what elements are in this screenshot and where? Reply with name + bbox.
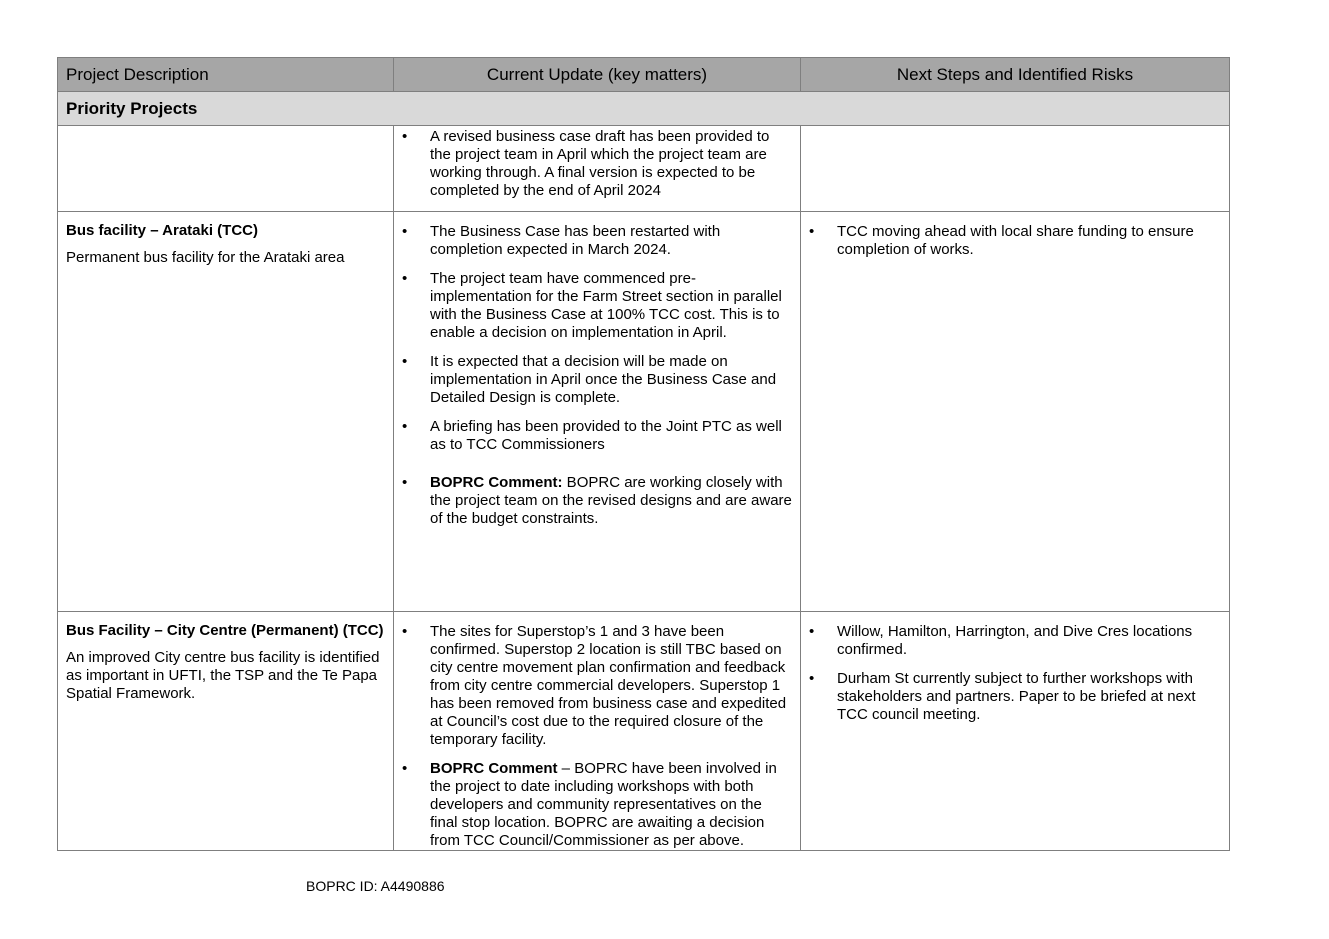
next-steps-cell: TCC moving ahead with local share fundin… [800, 211, 1230, 612]
project-summary: An improved City centre bus facility is … [66, 649, 380, 702]
next-steps-cell [800, 125, 1230, 212]
update-item: A revised business case draft has been p… [394, 128, 800, 200]
table-row: A revised business case draft has been p… [57, 125, 1230, 212]
section-row: Priority Projects [57, 91, 1230, 126]
project-title: Bus facility – Arataki (TCC) [66, 222, 258, 239]
project-description-cell: Bus Facility – City Centre (Permanent) (… [57, 611, 394, 851]
project-description-cell: Bus facility – Arataki (TCC) Permanent b… [57, 211, 394, 612]
table-header-row: Project Description Current Update (key … [57, 57, 1230, 92]
boprc-comment-item: BOPRC Comment: BOPRC are working closely… [394, 474, 800, 528]
section-title: Priority Projects [57, 91, 1230, 126]
risk-item: Willow, Hamilton, Harrington, and Dive C… [801, 623, 1229, 659]
current-update-cell: A revised business case draft has been p… [393, 125, 801, 212]
project-title: Bus Facility – City Centre (Permanent) (… [66, 622, 384, 639]
document-id-footer: BOPRC ID: A4490886 [306, 878, 445, 894]
header-current-update: Current Update (key matters) [393, 57, 801, 92]
table-row: Bus Facility – City Centre (Permanent) (… [57, 611, 1230, 851]
update-item: A briefing has been provided to the Join… [394, 418, 800, 454]
current-update-cell: The Business Case has been restarted wit… [393, 211, 801, 612]
risk-item: Durham St currently subject to further w… [801, 670, 1229, 724]
project-status-table: Project Description Current Update (key … [57, 57, 1230, 851]
update-item: The Business Case has been restarted wit… [394, 223, 800, 259]
boprc-comment-item: BOPRC Comment – BOPRC have been involved… [394, 760, 800, 850]
comment-label: BOPRC Comment [430, 760, 558, 777]
project-description-cell [57, 125, 394, 212]
header-next-steps: Next Steps and Identified Risks [800, 57, 1230, 92]
table-row: Bus facility – Arataki (TCC) Permanent b… [57, 211, 1230, 612]
header-project-description: Project Description [57, 57, 394, 92]
update-item: The project team have commenced pre-impl… [394, 270, 800, 342]
next-steps-cell: Willow, Hamilton, Harrington, and Dive C… [800, 611, 1230, 851]
update-item: It is expected that a decision will be m… [394, 353, 800, 407]
current-update-cell: The sites for Superstop’s 1 and 3 have b… [393, 611, 801, 851]
update-item: The sites for Superstop’s 1 and 3 have b… [394, 623, 800, 749]
comment-label: BOPRC Comment: [430, 474, 563, 491]
risk-item: TCC moving ahead with local share fundin… [801, 223, 1229, 259]
project-summary: Permanent bus facility for the Arataki a… [66, 249, 345, 266]
